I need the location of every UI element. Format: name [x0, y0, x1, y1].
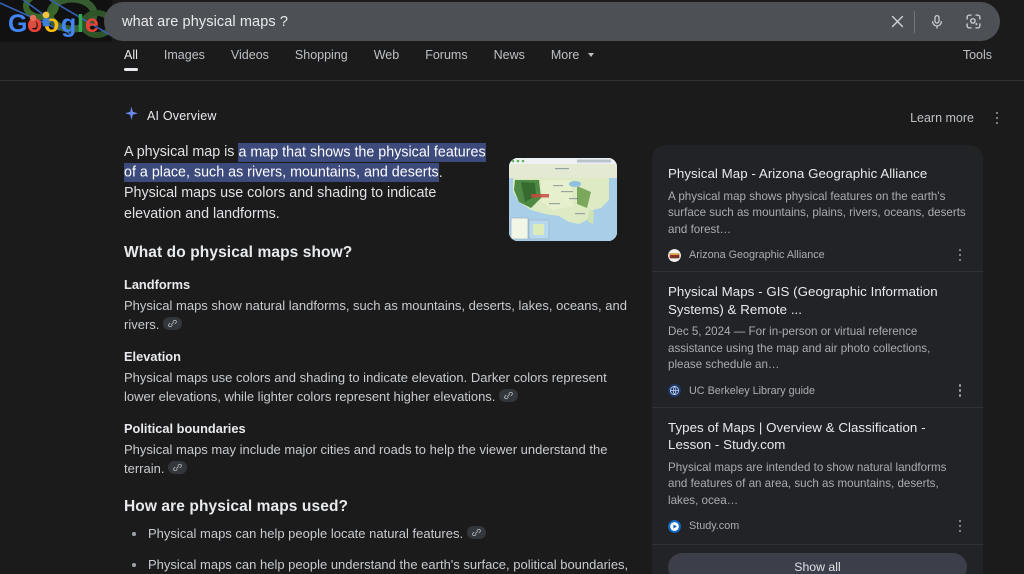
tab-news-label: News: [493, 48, 525, 62]
paragraph-political-boundaries: Physical maps may include major cities a…: [124, 440, 636, 478]
link-icon[interactable]: [168, 461, 188, 474]
source-title: Physical Maps - GIS (Geographic Informat…: [668, 284, 938, 317]
source-title: Types of Maps | Overview & Classificatio…: [668, 419, 926, 453]
source-footer: Arizona Geographic Alliance: [668, 247, 967, 263]
google-doodle-logo[interactable]: G o o g l e: [0, 0, 112, 42]
tab-all-label: All: [124, 48, 138, 62]
usage-bullet-text: Physical maps can help people locate nat…: [148, 526, 464, 541]
source-snippet: Physical maps are intended to show natur…: [668, 460, 947, 507]
svg-text:e: e: [85, 10, 99, 38]
paragraph-elevation-text: Physical maps use colors and shading to …: [124, 370, 607, 404]
learn-more-link[interactable]: Learn more: [910, 111, 974, 125]
section-heading-how-used: How are physical maps used?: [124, 498, 349, 515]
search-bar[interactable]: what are physical maps ?: [104, 2, 1000, 41]
tools-label: Tools: [962, 48, 992, 62]
chevron-down-icon: [587, 53, 594, 57]
tab-images-label: Images: [163, 48, 205, 62]
source-site-name: Arizona Geographic Alliance: [689, 249, 825, 261]
paragraph-political-boundaries-text: Physical maps may include major cities a…: [124, 442, 608, 476]
tab-images[interactable]: Images: [151, 48, 218, 71]
source-footer: Study.com: [668, 518, 967, 534]
svg-text:l: l: [77, 10, 84, 38]
section-heading-what-show: What do physical maps show?: [124, 244, 353, 261]
tools-button[interactable]: Tools: [963, 48, 998, 62]
summary-rest: Physical maps use colors and shading to …: [124, 185, 437, 222]
ai-overview-label: AI Overview: [147, 109, 217, 123]
ai-overview-summary: A physical map is a map that shows the p…: [124, 142, 496, 224]
svg-text:G: G: [8, 10, 27, 38]
link-icon[interactable]: [163, 317, 183, 330]
physical-map-thumbnail[interactable]: [509, 158, 617, 241]
kebab-menu-icon[interactable]: [953, 517, 967, 535]
summary-lead: A physical map is: [124, 144, 239, 160]
tab-videos-label: Videos: [230, 48, 269, 62]
uc-berkeley-library-favicon: [668, 384, 681, 397]
source-footer: UC Berkeley Library guide: [668, 383, 967, 399]
source-card[interactable]: Types of Maps | Overview & Classificatio…: [652, 406, 983, 543]
kebab-menu-icon[interactable]: [990, 109, 1004, 127]
arizona-geographic-alliance-favicon: [668, 248, 681, 262]
usage-bullet-text: Physical maps can help people understand…: [148, 557, 629, 572]
list-item: Physical maps can help people locate nat…: [124, 524, 636, 543]
tab-shopping[interactable]: Shopping: [282, 48, 361, 71]
close-icon[interactable]: [884, 9, 910, 35]
paragraph-landforms: Physical maps show natural landforms, su…: [124, 296, 636, 334]
sources-panel: Physical Map - Arizona Geographic Allian…: [652, 145, 983, 574]
results-body: AI Overview A physical map is a map that…: [0, 81, 1024, 574]
microphone-icon[interactable]: [924, 9, 950, 35]
source-site-name: Study.com: [689, 520, 740, 532]
svg-text:g: g: [61, 10, 76, 38]
tab-shopping-label: Shopping: [294, 48, 348, 62]
tab-videos[interactable]: Videos: [218, 48, 282, 71]
sparkle-icon: [124, 106, 139, 126]
paragraph-landforms-text: Physical maps show natural landforms, su…: [124, 298, 627, 332]
searchbar-divider: [914, 10, 915, 33]
link-icon[interactable]: [499, 389, 519, 402]
summary-period: .: [438, 164, 443, 181]
link-icon[interactable]: [467, 526, 487, 539]
subheading-elevation: Elevation: [124, 349, 181, 364]
search-input[interactable]: what are physical maps ?: [122, 14, 884, 30]
source-site-name: UC Berkeley Library guide: [689, 384, 816, 397]
kebab-menu-icon[interactable]: [953, 246, 967, 264]
tab-web[interactable]: Web: [361, 48, 412, 71]
source-card[interactable]: Physical Map - Arizona Geographic Allian…: [652, 154, 983, 271]
subheading-political-boundaries: Political boundaries: [124, 421, 246, 436]
show-all-button[interactable]: Show all: [668, 553, 967, 574]
study-com-favicon: [668, 519, 681, 533]
paragraph-elevation: Physical maps use colors and shading to …: [124, 368, 636, 406]
search-tabs: All Images Videos Shopping Web Forums Ne…: [118, 48, 607, 71]
ai-overview-actions: Learn more: [910, 109, 1004, 127]
usage-bullet-list: Physical maps can help people locate nat…: [124, 524, 636, 574]
list-item: Physical maps can help people understand…: [124, 555, 636, 574]
kebab-menu-icon[interactable]: [953, 382, 967, 400]
tab-more[interactable]: More: [538, 48, 607, 71]
source-snippet: Dec 5, 2024 — For in-person or virtual r…: [668, 325, 931, 371]
subheading-landforms: Landforms: [124, 277, 191, 292]
tab-more-label: More: [550, 48, 580, 62]
source-card[interactable]: Physical Maps - GIS (Geographic Informat…: [652, 271, 983, 407]
search-header: G o o g l e what are physical maps ?: [0, 0, 1024, 81]
show-all-container: Show all: [652, 544, 983, 574]
tab-forums-label: Forums: [425, 48, 468, 62]
tab-all[interactable]: All: [118, 48, 151, 71]
google-lens-icon[interactable]: [960, 9, 986, 35]
tab-forums[interactable]: Forums: [412, 48, 480, 71]
source-snippet: A physical map shows physical features o…: [668, 189, 966, 236]
tab-web-label: Web: [373, 48, 400, 62]
source-title: Physical Map - Arizona Geographic Allian…: [668, 166, 928, 181]
ai-overview-badge: AI Overview: [124, 106, 636, 126]
ai-overview-block: AI Overview A physical map is a map that…: [124, 106, 636, 574]
tab-news[interactable]: News: [481, 48, 538, 71]
search-nav: All Images Videos Shopping Web Forums Ne…: [0, 48, 1024, 81]
